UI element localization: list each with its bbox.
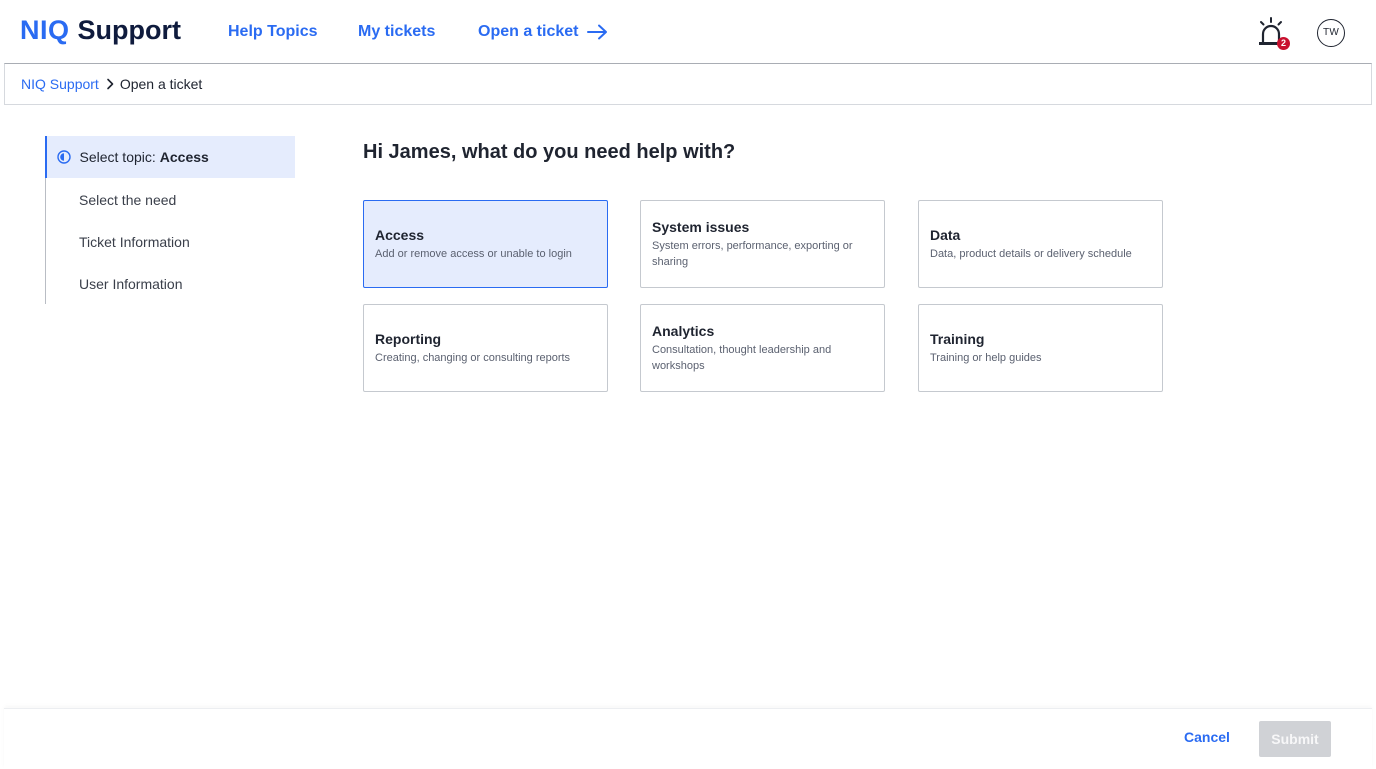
step-user-information-label: User Information (79, 276, 183, 292)
step-select-need-label: Select the need (79, 192, 177, 208)
top-header: NIQ Support Help Topics My tickets Open … (0, 0, 1376, 64)
topic-card-description: Consultation, thought leadership and wor… (652, 343, 832, 372)
topic-card-reporting[interactable]: Reporting Creating, changing or consulti… (363, 304, 608, 392)
step-ticket-information-label: Ticket Information (79, 234, 190, 250)
topic-card-description: Training or help guides (930, 351, 1042, 364)
topic-card-title: Data (930, 226, 961, 243)
alarm-notification-button[interactable]: 2 (1255, 16, 1290, 50)
notification-count-badge: 2 (1277, 37, 1290, 50)
in-progress-icon (56, 150, 71, 164)
chevron-right-icon (106, 78, 114, 90)
niq-logo: NIQ (20, 15, 70, 45)
topic-card-title: Access (375, 226, 425, 243)
brand-logo[interactable]: NIQ Support (20, 15, 181, 46)
breadcrumb-current: Open a ticket (119, 76, 203, 92)
topic-card-training[interactable]: Training Training or help guides (918, 304, 1163, 392)
form-footer: Cancel Submit (4, 708, 1372, 769)
topic-card-access[interactable]: Access Add or remove access or unable to… (363, 200, 608, 288)
topic-card-system-issues[interactable]: System issues System errors, performance… (640, 200, 885, 288)
topic-card-analytics[interactable]: Analytics Consultation, thought leadersh… (640, 304, 885, 392)
nav-open-ticket-label: Open a ticket (478, 23, 579, 40)
nav-my-tickets[interactable]: My tickets (358, 23, 435, 41)
topic-card-title: Reporting (375, 330, 442, 347)
topic-card-title: Training (930, 330, 985, 347)
step-user-information[interactable]: User Information (46, 263, 296, 305)
cancel-button[interactable]: Cancel (1184, 729, 1230, 745)
breadcrumb: NIQ Support Open a ticket (4, 63, 1372, 105)
step-select-topic[interactable]: Select topic: Access (44, 136, 295, 178)
breadcrumb-root-link[interactable]: NIQ Support (21, 76, 99, 92)
topic-card-description: Add or remove access or unable to login (375, 247, 572, 260)
user-avatar[interactable]: TW (1317, 19, 1345, 47)
arrow-right-icon (587, 24, 608, 40)
page-title: Hi James, what do you need help with? (363, 141, 736, 163)
topic-card-title: System issues (652, 218, 750, 235)
app-name: Support (77, 15, 181, 45)
step-ticket-information[interactable]: Ticket Information (46, 221, 296, 263)
topic-card-description: Data, product details or delivery schedu… (930, 247, 1132, 260)
topic-card-description: Creating, changing or consulting reports (375, 351, 571, 364)
nav-help-topics[interactable]: Help Topics (228, 23, 318, 41)
nav-open-ticket[interactable]: Open a ticket (478, 23, 609, 41)
step-navigation: Select topic: Access Select the need Tick… (44, 136, 296, 305)
topic-card-data[interactable]: Data Data, product details or delivery s… (918, 200, 1163, 288)
submit-button[interactable]: Submit (1259, 721, 1331, 757)
topic-card-description: System errors, performance, exporting or… (652, 239, 853, 268)
step-select-need[interactable]: Select the need (46, 179, 296, 221)
step-select-topic-value: Access (159, 149, 209, 165)
step-select-topic-label: Select topic: (79, 149, 156, 165)
topic-card-title: Analytics (652, 322, 715, 339)
